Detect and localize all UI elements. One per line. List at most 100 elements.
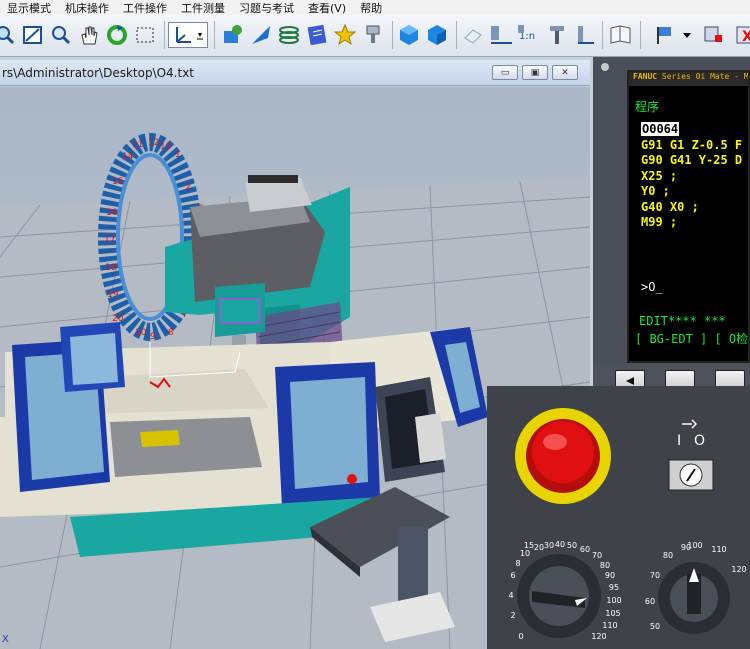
tool-icon[interactable] [360,22,386,48]
blade-icon[interactable] [248,22,274,48]
tool-number: 14 [122,152,134,162]
feed-tick: 70 [592,551,602,560]
fanuc-header: FANUC Series 0i Mate - M [629,72,749,86]
tool-number: 12 [148,138,159,148]
minimize-button[interactable]: ▭ [492,65,518,80]
tool-number: 8 [168,328,174,338]
spindle-override-dial[interactable]: 50 60 70 80 90 100 110 120 [645,541,747,634]
eraser-icon[interactable] [460,22,486,48]
emergency-stop-button[interactable] [515,408,611,504]
toolbar: 1:n X [0,15,750,57]
zoom-window-icon[interactable] [20,22,46,48]
tool-number: 10 [135,328,147,338]
feed-tick: 10 [520,549,530,558]
feed-tick: 90 [605,571,615,580]
cube-top-icon[interactable] [424,22,450,48]
dropdown-arrow-icon[interactable] [680,22,694,48]
spindle-tick: 60 [645,597,655,606]
viewport-title: rs\Administrator\Desktop\O4.txt [2,65,195,80]
status-line: EDIT**** *** * [639,314,750,328]
mode-title: 程序 [635,100,660,114]
zoom-fit-icon[interactable] [48,22,74,48]
program-number: O0064 [641,122,680,136]
record-icon[interactable] [700,22,726,48]
menu-workpiece-measure[interactable]: 工件测量 [174,0,232,15]
tool-offset-icon[interactable] [488,22,514,48]
svg-text:X: X [742,29,750,45]
tool-number: 15 [112,177,123,187]
note-icon[interactable] [304,22,330,48]
spindle-tick: 100 [687,541,702,550]
menu-exercise-exam[interactable]: 习题与考试 [232,0,301,15]
feed-tick: 80 [600,561,610,570]
rotate-icon[interactable] [104,22,130,48]
select-icon[interactable] [132,22,158,48]
exit-icon[interactable]: X [732,22,750,48]
spindle-tick: 120 [731,565,746,574]
softkey-labels: [ BG-EDT ] [ O检索 [635,332,750,346]
menu-bar: 显示模式 机床操作 工件操作 工件测量 习题与考试 查看(V) 帮助 [0,0,750,15]
axis-view-icon[interactable] [168,22,208,48]
maximize-button[interactable]: ▣ [522,65,548,80]
program-line: Y0 ; [641,184,670,198]
input-prompt: >O_ [641,280,663,294]
feed-tick: 20 [534,543,544,552]
menu-view[interactable]: 查看(V) [301,0,353,15]
key-icon [682,419,698,429]
program-line: M99 ; [641,215,678,229]
coil-icon[interactable] [276,22,302,48]
feed-tick: 15 [524,541,534,550]
spindle-tick: 110 [711,545,726,554]
tool-holder-icon[interactable] [572,22,598,48]
feed-override-dial[interactable]: 0 2 4 6 8 10 15 20 30 40 50 60 70 80 90 … [508,540,621,641]
menu-machine-operation[interactable]: 机床操作 [58,0,116,15]
feed-tick: 110 [602,621,617,630]
program-line: X25 ; [641,168,678,183]
close-button[interactable]: ✕ [552,65,578,80]
tool-number: 11 [132,140,143,150]
program-line: G40 X0 ; [641,199,699,214]
feed-tick: 2 [510,611,515,620]
feed-tick: 95 [609,583,619,592]
flag-icon[interactable] [652,22,678,48]
pan-hand-icon[interactable] [76,22,102,48]
feed-tick: 60 [580,545,590,554]
spindle-tick: 50 [650,622,660,631]
cube-front-icon[interactable] [396,22,422,48]
tool-number: 18 [105,263,117,273]
program-line: G91 G1 Z-0.5 F [641,137,743,152]
key-label-on: I [677,433,681,449]
tool-number: 19 [107,290,119,300]
tool-radius-icon[interactable] [544,22,570,48]
program-listing: O0064 G91 G1 Z-0.5 F G90 G41 Y-25 D X25 … [641,122,742,231]
left-arrow-icon [626,377,634,385]
program-line: G90 G41 Y-25 D [641,153,743,167]
feed-tick: 105 [605,609,620,618]
feed-tick: 30 [544,541,554,550]
tool-number: 9 [150,332,156,342]
axis-label: X [2,634,9,645]
tool-length-icon[interactable]: 1:n [516,22,542,48]
tool-number: 17 [104,235,115,245]
fanuc-model: Mate - M [710,72,749,81]
part-icon[interactable] [220,22,246,48]
menu-display-mode[interactable]: 显示模式 [0,0,58,15]
menu-help[interactable]: 帮助 [353,0,389,15]
zoom-icon[interactable] [0,22,18,48]
spindle-tick: 80 [663,551,673,560]
book-icon[interactable] [608,22,634,48]
fanuc-series: Series 0i [661,72,706,81]
key-switch[interactable]: I O [668,419,714,491]
cnc-screen: FANUC Series 0i Mate - M 程序 O0064 G91 G1… [627,70,750,363]
menu-workpiece-operation[interactable]: 工件操作 [116,0,174,15]
feed-tick: 4 [508,591,513,600]
viewport-titlebar: rs\Administrator\Desktop\O4.txt ▭ ▣ ✕ [0,60,590,86]
operator-panel: I O 0 2 4 6 8 10 15 20 30 40 50 60 70 80… [487,386,750,649]
star-icon[interactable] [332,22,358,48]
feed-tick: 6 [510,571,515,580]
tool-number: 2 [185,183,191,193]
feed-tick: 0 [518,632,523,641]
feed-tick: 40 [555,540,565,549]
spindle-tick: 70 [650,571,660,580]
feed-tick: 100 [606,596,621,605]
